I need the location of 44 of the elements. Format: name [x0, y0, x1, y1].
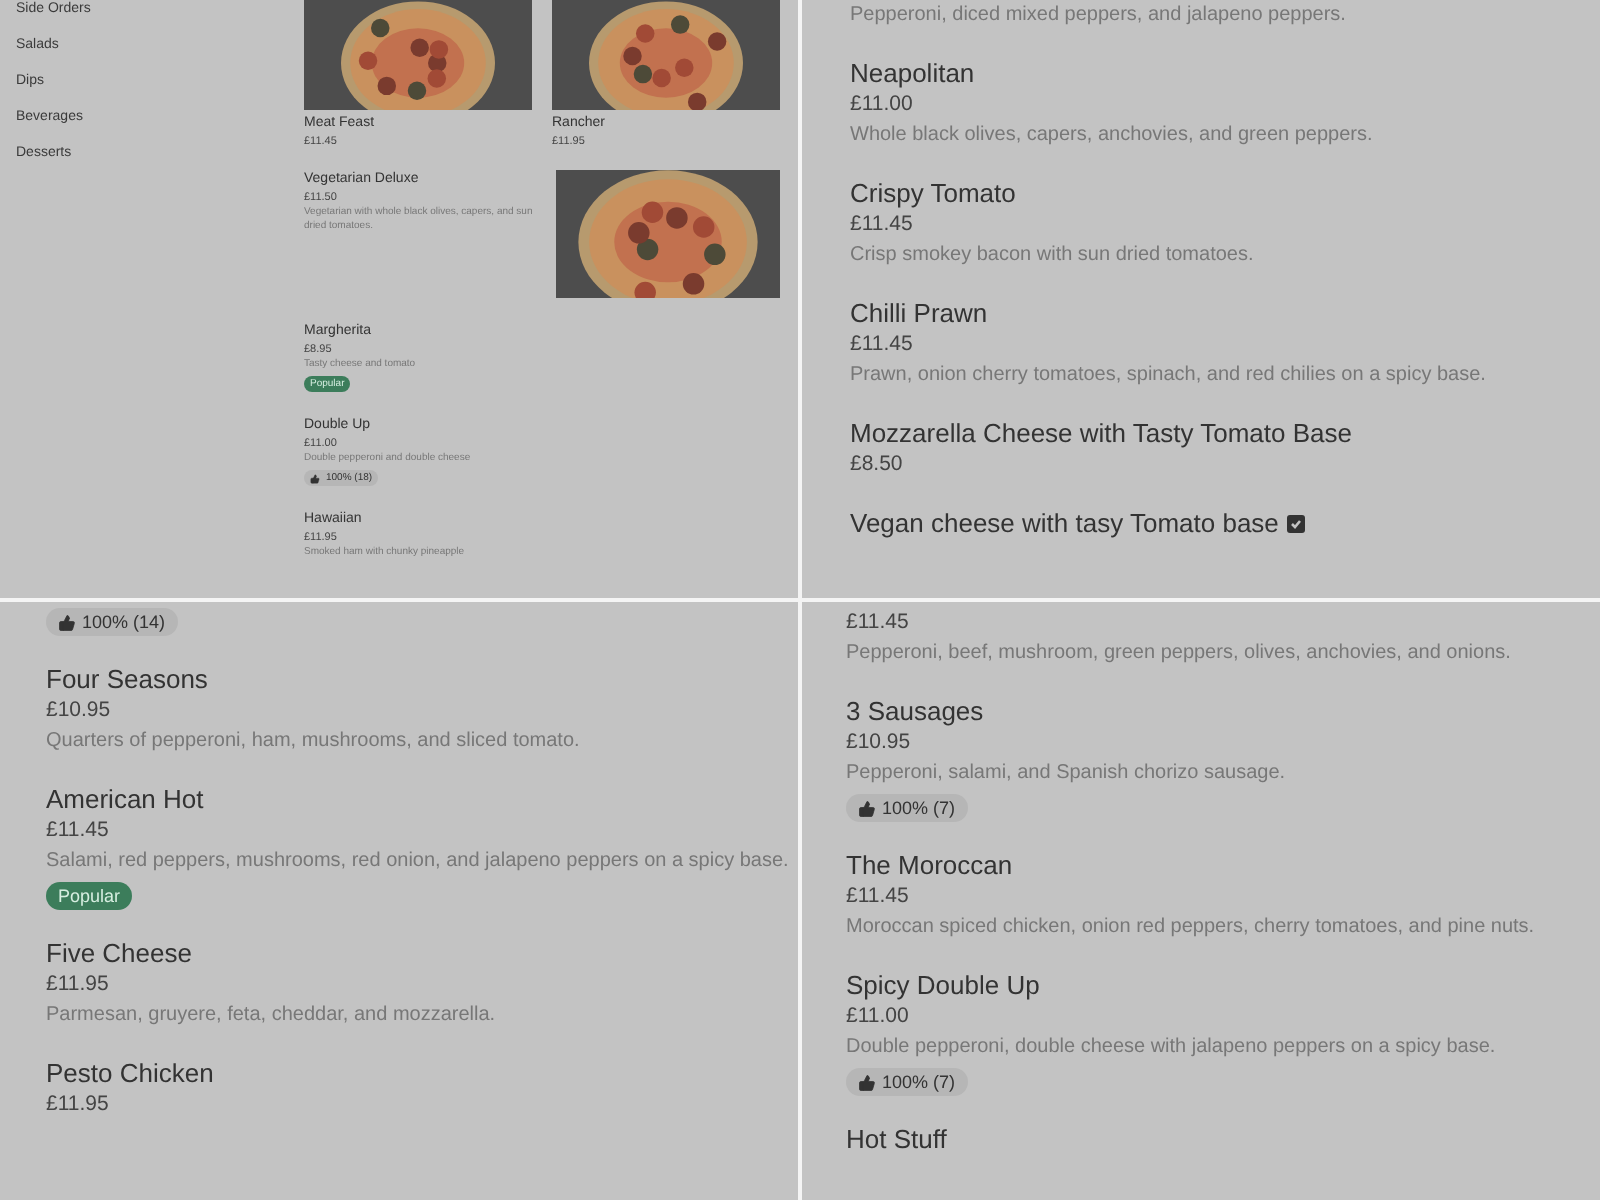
- item-description: Quarters of pepperoni, ham, mushrooms, and sliced tomato.: [46, 728, 582, 756]
- item-name: Four Seasons: [46, 664, 210, 696]
- item-price: £11.95: [46, 970, 111, 1000]
- item-name: Vegan cheese with tasy Tomato base: [850, 508, 1600, 540]
- item-name: Five Cheese: [46, 938, 194, 970]
- popular-badge: Popular: [46, 882, 133, 910]
- item-description: Prawn, onion cherry tomatoes, spinach, and red chilies on a spicy base.: [850, 362, 1488, 390]
- item-description: Pepperoni, salami, and Spanish chorizo sausage.: [846, 760, 1288, 788]
- thumbs-up-icon: [58, 613, 76, 631]
- item-price: £10.95: [846, 728, 913, 758]
- item-description: Moroccan spiced chicken, onion red peppers, cherry tomatoes, and pine nuts.: [846, 914, 1537, 942]
- item-price: £11.45: [846, 608, 911, 638]
- item-description: Pepperoni, beef, mushroom, green peppers, olives, anchovies, and onions.: [846, 640, 1513, 668]
- item-name: Chilli Prawn: [850, 298, 990, 330]
- thumbs-up-icon: [858, 799, 876, 817]
- item-description: Pepperoni, diced mixed peppers, and jalapeno peppers.: [850, 2, 1348, 30]
- item-description: Double pepperoni, double cheese with jalapeno peppers on a spicy base.: [846, 1034, 1498, 1062]
- item-price: £11.45: [850, 210, 915, 240]
- item-name: Crispy Tomato: [850, 178, 1018, 210]
- item-description: Whole black olives, capers, anchovies, and green peppers.: [850, 122, 1375, 150]
- item-price: £11.00: [850, 90, 915, 120]
- item-description: Salami, red peppers, mushrooms, red onion, and jalapeno peppers on a spicy base.: [46, 848, 791, 876]
- item-name: American Hot: [46, 784, 206, 816]
- thumbs-up-icon: [310, 473, 320, 483]
- item-price: £11.00: [846, 1002, 911, 1032]
- item-name: 3 Sausages: [846, 696, 986, 728]
- rating-badge: 100% (7): [846, 794, 968, 822]
- item-name: The Moroccan: [846, 850, 1015, 882]
- item-price: £8.50: [850, 450, 905, 480]
- item-name: Hot Stuff: [846, 1124, 949, 1156]
- rating-badge: 100% (14): [46, 608, 178, 636]
- item-name: Pesto Chicken: [46, 1058, 216, 1090]
- item-price: £11.45: [46, 816, 111, 846]
- rating-badge: 100% (7): [846, 1068, 968, 1096]
- item-name: Neapolitan: [850, 58, 977, 90]
- item-description: Parmesan, gruyere, feta, cheddar, and mozzarella.: [46, 1002, 498, 1030]
- item-name: Mozzarella Cheese with Tasty Tomato Base: [850, 418, 1354, 450]
- item-price: £11.95: [46, 1090, 111, 1120]
- thumbs-up-icon: [858, 1073, 876, 1091]
- item-description: Crisp smokey bacon with sun dried tomatoes.: [850, 242, 1256, 270]
- item-price: £11.45: [846, 882, 911, 912]
- item-price: £11.45: [850, 330, 915, 360]
- item-price: £10.95: [46, 696, 113, 726]
- item-name: Spicy Double Up: [846, 970, 1042, 1002]
